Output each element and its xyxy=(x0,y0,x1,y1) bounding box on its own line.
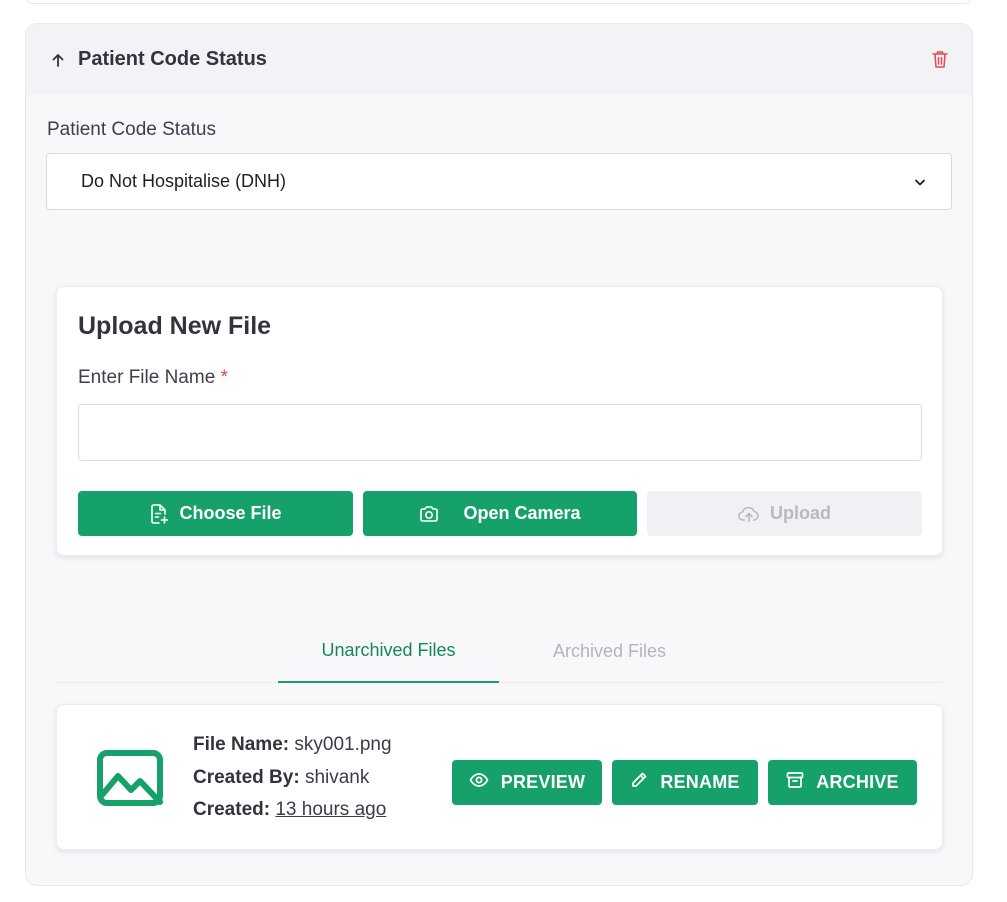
file-name-input[interactable] xyxy=(78,404,922,461)
created-by-key: Created By: xyxy=(193,766,300,788)
pencil-icon xyxy=(630,771,648,794)
open-camera-label: Open Camera xyxy=(463,503,581,523)
section-title: Patient Code Status xyxy=(78,48,267,70)
open-camera-button[interactable]: Open Camera xyxy=(363,491,637,536)
rename-label: RENAME xyxy=(660,772,740,792)
section-header: Patient Code Status xyxy=(26,24,972,95)
required-mark: * xyxy=(220,367,228,388)
archive-button[interactable]: ARCHIVE xyxy=(768,760,917,805)
created-time-link[interactable]: 13 hours ago xyxy=(275,799,386,820)
patient-code-status-section: Patient Code Status Patient Code Status … xyxy=(25,23,973,886)
preview-label: PREVIEW xyxy=(500,772,586,792)
file-list-item: File Name: sky001.png Created By: shivan… xyxy=(56,704,943,850)
file-name-row: File Name: sky001.png xyxy=(193,729,392,762)
choose-file-button[interactable]: Choose File xyxy=(78,491,353,536)
chevron-down-icon xyxy=(913,175,927,189)
choose-file-label: Choose File xyxy=(179,503,282,523)
created-row: Created: 13 hours ago xyxy=(193,794,392,827)
cloud-upload-icon xyxy=(738,505,760,523)
trash-icon[interactable] xyxy=(932,50,950,70)
image-icon xyxy=(97,750,163,806)
previous-section-card xyxy=(26,0,972,4)
eye-icon xyxy=(469,772,489,793)
file-plus-icon xyxy=(149,503,169,525)
upload-title: Upload New File xyxy=(78,312,272,340)
file-name-label-text: Enter File Name xyxy=(78,367,216,388)
created-by-row: Created By: shivank xyxy=(193,762,392,795)
created-by-value: shivank xyxy=(304,766,370,788)
file-metadata: File Name: sky001.png Created By: shivan… xyxy=(193,729,392,827)
arrow-up-icon[interactable] xyxy=(50,52,66,68)
created-key: Created: xyxy=(193,799,271,820)
tab-unarchived-files[interactable]: Unarchived Files xyxy=(278,619,499,683)
archive-label: ARCHIVE xyxy=(816,772,899,792)
camera-icon xyxy=(419,505,439,523)
file-tabs: Unarchived Files Archived Files xyxy=(56,619,943,683)
tab-archived-files[interactable]: Archived Files xyxy=(499,619,720,683)
upload-label: Upload xyxy=(770,503,831,523)
upload-file-card: Upload New File Enter File Name * Choose… xyxy=(56,286,943,556)
rename-button[interactable]: RENAME xyxy=(612,760,758,805)
upload-button[interactable]: Upload xyxy=(647,491,922,536)
preview-button[interactable]: PREVIEW xyxy=(452,760,602,805)
file-name-label: Enter File Name * xyxy=(78,367,228,389)
code-status-label: Patient Code Status xyxy=(47,119,216,140)
file-name-key: File Name: xyxy=(193,734,290,755)
code-status-selected-value: Do Not Hospitalise (DNH) xyxy=(81,171,287,191)
file-name-value: sky001.png xyxy=(294,734,392,755)
archive-box-icon xyxy=(786,771,804,794)
code-status-select[interactable]: Do Not Hospitalise (DNH) xyxy=(46,153,952,210)
